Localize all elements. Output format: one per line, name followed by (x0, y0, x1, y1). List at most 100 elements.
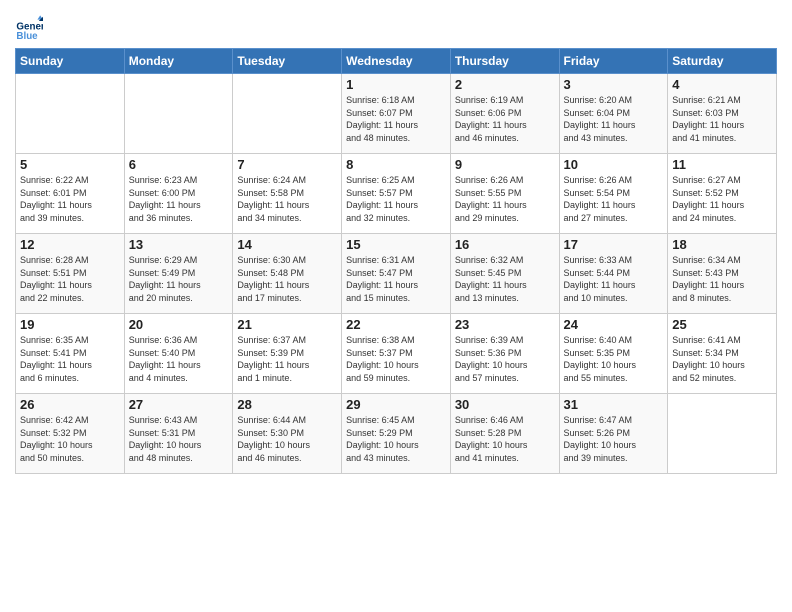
logo-icon: General Blue (15, 14, 43, 42)
calendar-day-3: 3 Sunrise: 6:20 AM Sunset: 6:04 PM Daylig… (559, 74, 668, 154)
calendar-day-5: 5Sunrise: 6:22 AM Sunset: 6:01 PM Daylig… (16, 154, 125, 234)
calendar-day-18: 18Sunrise: 6:34 AM Sunset: 5:43 PM Dayli… (668, 234, 777, 314)
day-info: Sunrise: 6:46 AM Sunset: 5:28 PM Dayligh… (455, 414, 555, 464)
calendar-day-15: 15 Sunrise: 6:31 AM Sunset: 5:47 PM Dayli… (342, 234, 451, 314)
day-info: Sunrise: 6:28 AM Sunset: 5:51 PM Dayligh… (20, 254, 120, 304)
day-info: Sunrise: 6:41 AM Sunset: 5:34 PM Dayligh… (672, 334, 772, 384)
calendar-day-17: 17 Sunrise: 6:33 AM Sunset: 5:44 PM Dayli… (559, 234, 668, 314)
day-info: Sunrise: 6:32 AM Sunset: 5:45 PM Dayligh… (455, 254, 555, 304)
day-info: Sunrise: 6:20 AM Sunset: 6:04 PM Dayligh… (564, 94, 664, 144)
calendar-day-10: 10 Sunrise: 6:26 AM Sunset: 5:54 PM Dayli… (559, 154, 668, 234)
calendar-day-7: 7Sunrise: 6:24 AM Sunset: 5:58 PM Daylig… (233, 154, 342, 234)
day-info: Sunrise: 6:29 AM Sunset: 5:49 PM Dayligh… (129, 254, 229, 304)
calendar-header: SundayMondayTuesdayWednesdayThursdayFrid… (16, 49, 777, 74)
day-info: Sunrise: 6:19 AM Sunset: 6:06 PM Dayligh… (455, 94, 555, 144)
main-container: General Blue SundayMondayTuesdayWednesda… (0, 0, 792, 484)
calendar-day-19: 19 Sunrise: 6:35 AM Sunset: 5:41 PM Dayli… (16, 314, 125, 394)
day-info: Sunrise: 6:38 AM Sunset: 5:37 PM Dayligh… (346, 334, 446, 384)
day-number: 15 (346, 237, 446, 252)
day-info: Sunrise: 6:36 AM Sunset: 5:40 PM Dayligh… (129, 334, 229, 384)
weekday-header-tuesday: Tuesday (233, 49, 342, 74)
calendar-day-empty (16, 74, 125, 154)
day-number: 31 (564, 397, 664, 412)
day-info: Sunrise: 6:23 AM Sunset: 6:00 PM Dayligh… (129, 174, 229, 224)
day-number: 4 (672, 77, 772, 92)
day-number: 24 (564, 317, 664, 332)
day-number: 29 (346, 397, 446, 412)
day-number: 18 (672, 237, 772, 252)
day-number: 5 (20, 157, 120, 172)
calendar-day-empty (124, 74, 233, 154)
weekday-header-thursday: Thursday (450, 49, 559, 74)
day-number: 9 (455, 157, 555, 172)
day-info: Sunrise: 6:26 AM Sunset: 5:54 PM Dayligh… (564, 174, 664, 224)
day-number: 25 (672, 317, 772, 332)
day-number: 6 (129, 157, 229, 172)
day-info: Sunrise: 6:43 AM Sunset: 5:31 PM Dayligh… (129, 414, 229, 464)
calendar-day-23: 23Sunrise: 6:39 AM Sunset: 5:36 PM Dayli… (450, 314, 559, 394)
calendar-day-4: 4 Sunrise: 6:21 AM Sunset: 6:03 PM Daylig… (668, 74, 777, 154)
calendar-week-row: 26Sunrise: 6:42 AM Sunset: 5:32 PM Dayli… (16, 394, 777, 474)
calendar-week-row: 1 Sunrise: 6:18 AM Sunset: 6:07 PM Daylig… (16, 74, 777, 154)
weekday-header-sunday: Sunday (16, 49, 125, 74)
calendar-day-24: 24 Sunrise: 6:40 AM Sunset: 5:35 PM Dayli… (559, 314, 668, 394)
day-number: 10 (564, 157, 664, 172)
weekday-header-wednesday: Wednesday (342, 49, 451, 74)
calendar-day-29: 29 Sunrise: 6:45 AM Sunset: 5:29 PM Dayli… (342, 394, 451, 474)
calendar-day-21: 21 Sunrise: 6:37 AM Sunset: 5:39 PM Dayli… (233, 314, 342, 394)
day-number: 14 (237, 237, 337, 252)
day-info: Sunrise: 6:35 AM Sunset: 5:41 PM Dayligh… (20, 334, 120, 384)
day-info: Sunrise: 6:25 AM Sunset: 5:57 PM Dayligh… (346, 174, 446, 224)
calendar-day-empty (233, 74, 342, 154)
day-number: 3 (564, 77, 664, 92)
day-number: 8 (346, 157, 446, 172)
calendar-day-30: 30 Sunrise: 6:46 AM Sunset: 5:28 PM Dayli… (450, 394, 559, 474)
weekday-header-row: SundayMondayTuesdayWednesdayThursdayFrid… (16, 49, 777, 74)
calendar-week-row: 19 Sunrise: 6:35 AM Sunset: 5:41 PM Dayli… (16, 314, 777, 394)
day-info: Sunrise: 6:30 AM Sunset: 5:48 PM Dayligh… (237, 254, 337, 304)
day-number: 26 (20, 397, 120, 412)
day-number: 2 (455, 77, 555, 92)
weekday-header-friday: Friday (559, 49, 668, 74)
day-info: Sunrise: 6:33 AM Sunset: 5:44 PM Dayligh… (564, 254, 664, 304)
day-number: 13 (129, 237, 229, 252)
calendar-week-row: 12 Sunrise: 6:28 AM Sunset: 5:51 PM Dayli… (16, 234, 777, 314)
calendar-day-22: 22 Sunrise: 6:38 AM Sunset: 5:37 PM Dayli… (342, 314, 451, 394)
day-number: 11 (672, 157, 772, 172)
day-info: Sunrise: 6:45 AM Sunset: 5:29 PM Dayligh… (346, 414, 446, 464)
calendar-day-6: 6 Sunrise: 6:23 AM Sunset: 6:00 PM Daylig… (124, 154, 233, 234)
calendar-day-27: 27 Sunrise: 6:43 AM Sunset: 5:31 PM Dayli… (124, 394, 233, 474)
day-info: Sunrise: 6:39 AM Sunset: 5:36 PM Dayligh… (455, 334, 555, 384)
day-number: 22 (346, 317, 446, 332)
calendar-day-25: 25 Sunrise: 6:41 AM Sunset: 5:34 PM Dayli… (668, 314, 777, 394)
day-number: 19 (20, 317, 120, 332)
calendar-body: 1 Sunrise: 6:18 AM Sunset: 6:07 PM Daylig… (16, 74, 777, 474)
day-number: 30 (455, 397, 555, 412)
day-number: 16 (455, 237, 555, 252)
day-info: Sunrise: 6:37 AM Sunset: 5:39 PM Dayligh… (237, 334, 337, 384)
calendar-day-26: 26Sunrise: 6:42 AM Sunset: 5:32 PM Dayli… (16, 394, 125, 474)
calendar-table: SundayMondayTuesdayWednesdayThursdayFrid… (15, 48, 777, 474)
day-number: 17 (564, 237, 664, 252)
header-row: General Blue (15, 10, 777, 42)
logo: General Blue (15, 14, 45, 42)
svg-text:Blue: Blue (16, 31, 38, 42)
day-number: 21 (237, 317, 337, 332)
calendar-day-16: 16 Sunrise: 6:32 AM Sunset: 5:45 PM Dayli… (450, 234, 559, 314)
day-number: 27 (129, 397, 229, 412)
day-number: 12 (20, 237, 120, 252)
calendar-day-31: 31Sunrise: 6:47 AM Sunset: 5:26 PM Dayli… (559, 394, 668, 474)
weekday-header-saturday: Saturday (668, 49, 777, 74)
day-info: Sunrise: 6:40 AM Sunset: 5:35 PM Dayligh… (564, 334, 664, 384)
calendar-day-2: 2 Sunrise: 6:19 AM Sunset: 6:06 PM Daylig… (450, 74, 559, 154)
calendar-day-1: 1 Sunrise: 6:18 AM Sunset: 6:07 PM Daylig… (342, 74, 451, 154)
weekday-header-monday: Monday (124, 49, 233, 74)
day-number: 28 (237, 397, 337, 412)
calendar-day-28: 28Sunrise: 6:44 AM Sunset: 5:30 PM Dayli… (233, 394, 342, 474)
day-info: Sunrise: 6:27 AM Sunset: 5:52 PM Dayligh… (672, 174, 772, 224)
day-info: Sunrise: 6:21 AM Sunset: 6:03 PM Dayligh… (672, 94, 772, 144)
day-number: 1 (346, 77, 446, 92)
day-number: 7 (237, 157, 337, 172)
day-info: Sunrise: 6:18 AM Sunset: 6:07 PM Dayligh… (346, 94, 446, 144)
day-info: Sunrise: 6:31 AM Sunset: 5:47 PM Dayligh… (346, 254, 446, 304)
